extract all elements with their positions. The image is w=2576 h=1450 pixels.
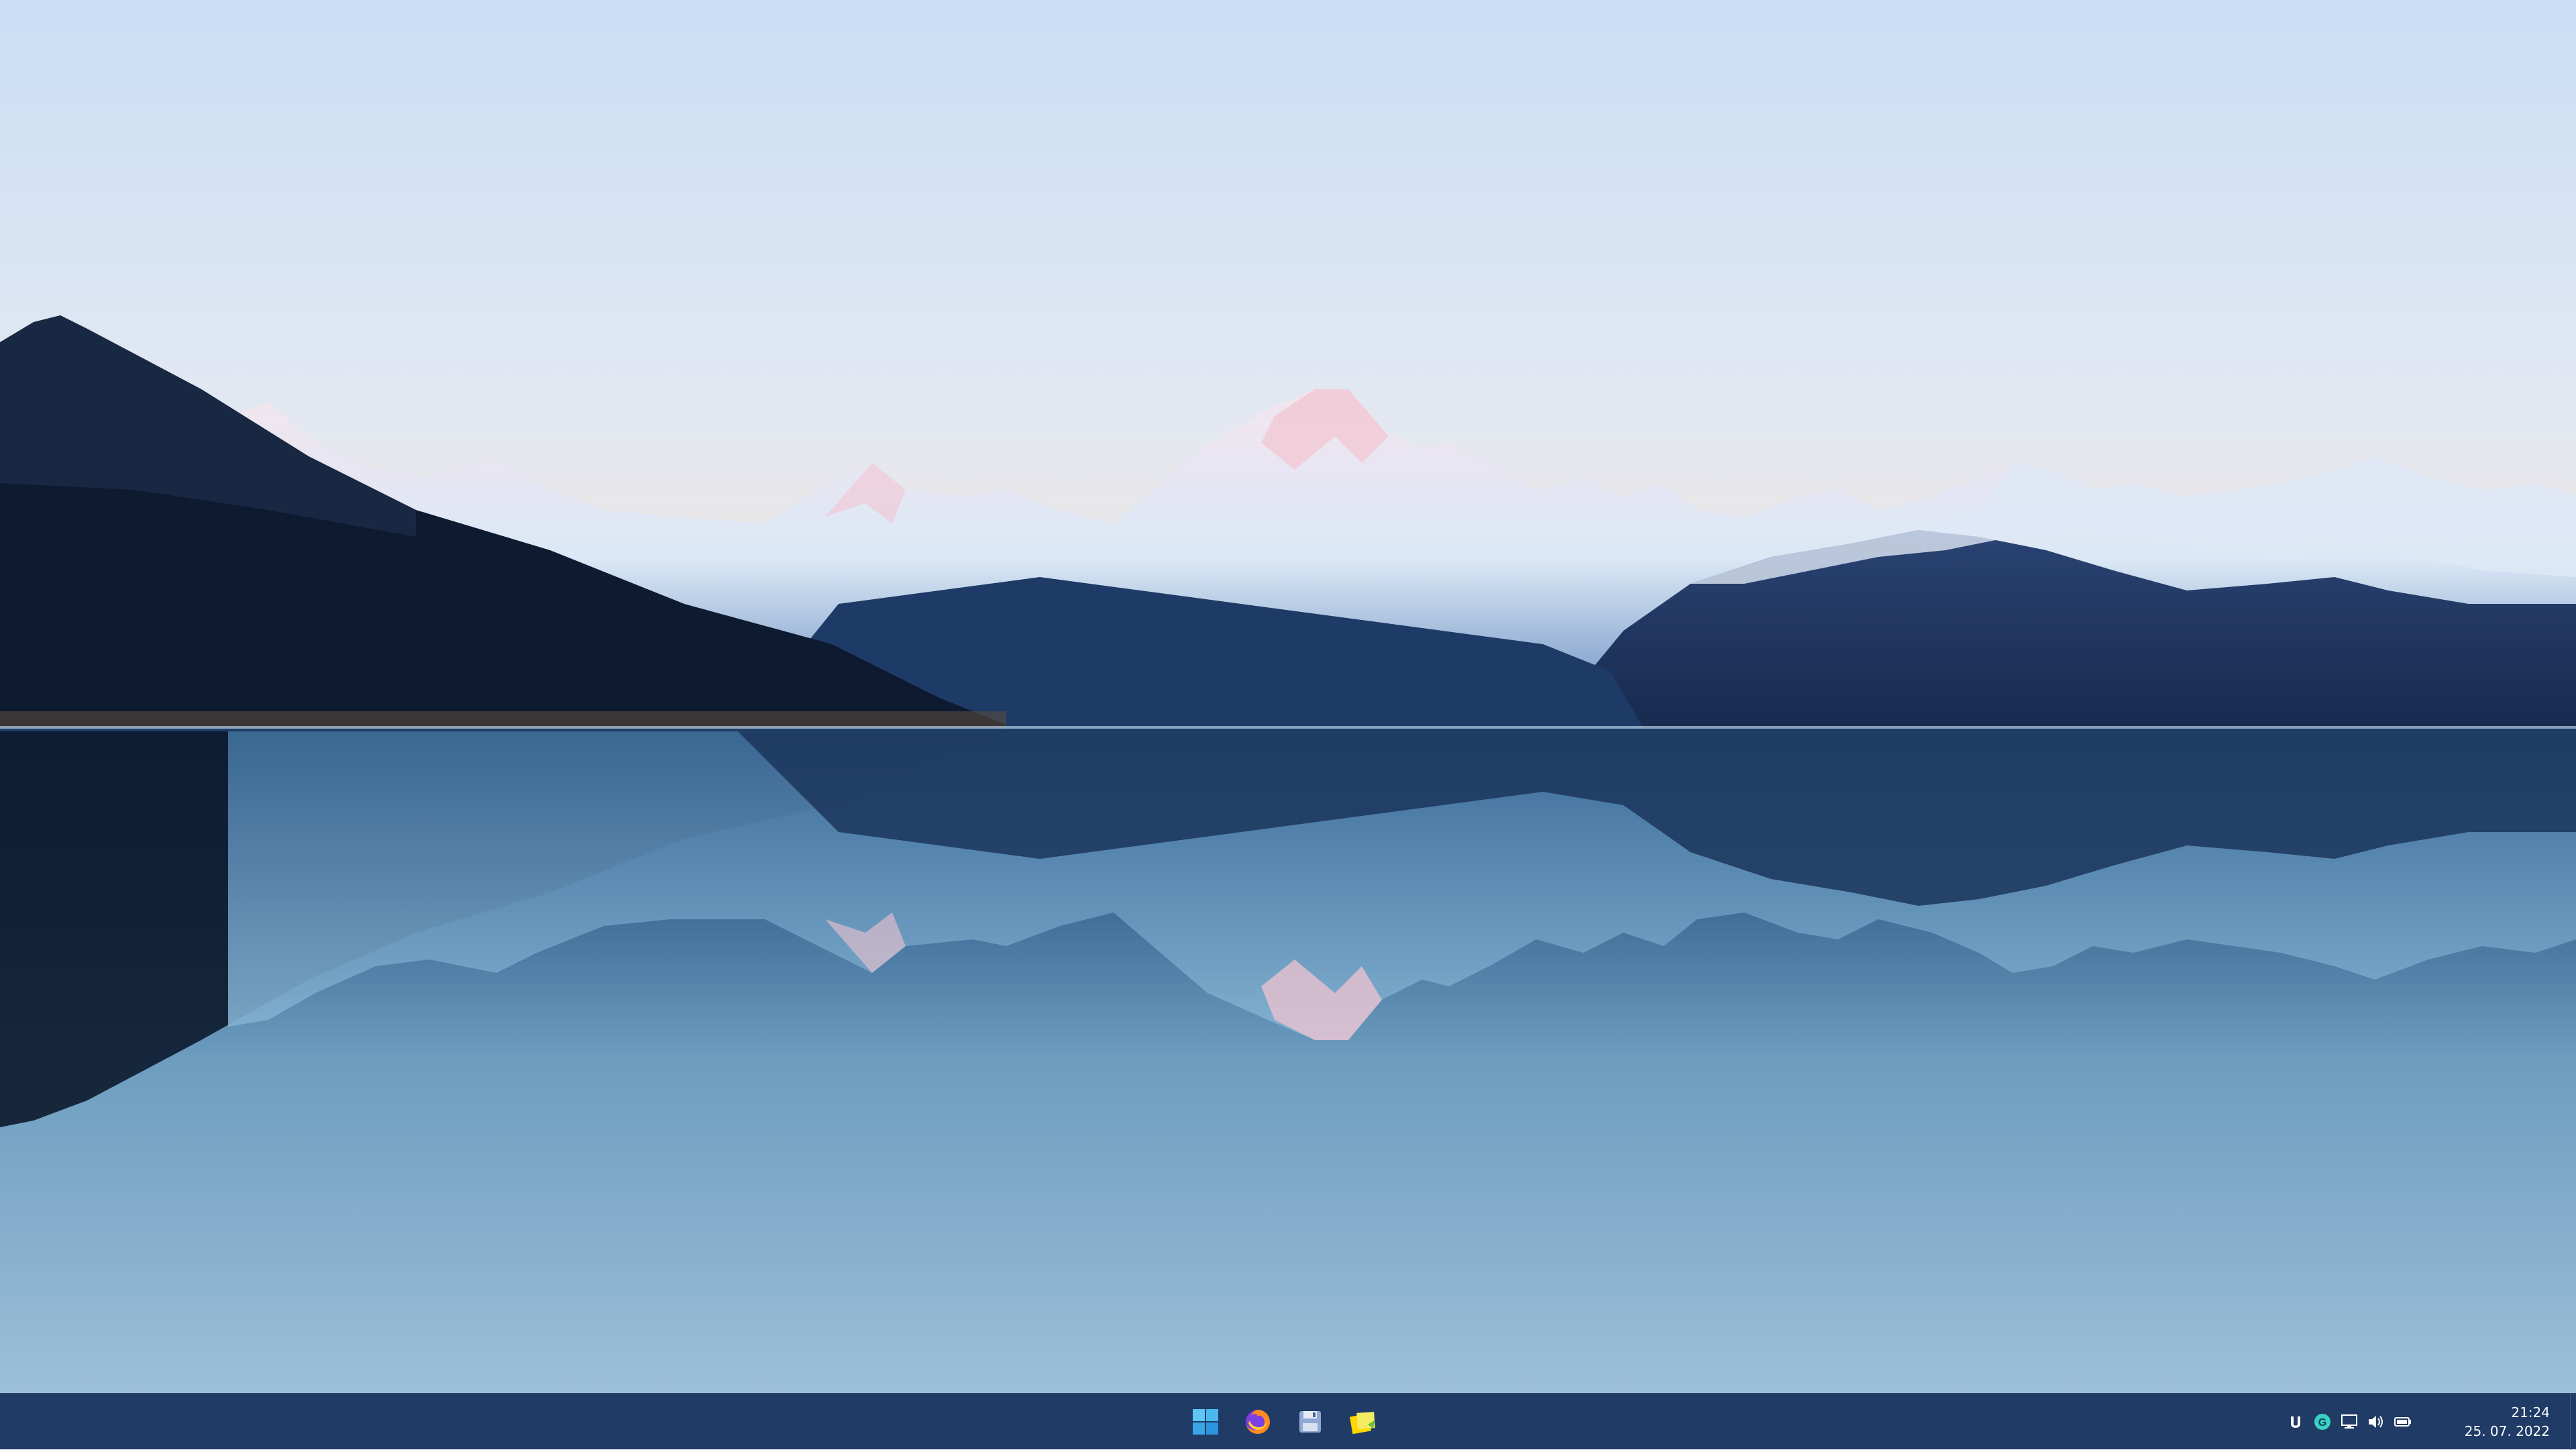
clock-time: 21:24 (2511, 1404, 2550, 1420)
firefox-icon (1246, 1410, 1270, 1434)
battery-icon[interactable] (2393, 1412, 2413, 1432)
start-button[interactable] (1185, 1401, 1226, 1443)
taskbar: G 21:24 25. 07. 2022 (0, 1393, 2576, 1450)
tray-icons: G (2286, 1412, 2413, 1432)
update-badge-icon[interactable]: G (2312, 1412, 2332, 1432)
network-icon[interactable] (2339, 1412, 2359, 1432)
windows-logo-icon (1193, 1409, 1218, 1435)
system-tray: G 21:24 25. 07. 2022 (2286, 1394, 2576, 1450)
save-app-button[interactable] (1289, 1401, 1331, 1443)
floppy-disk-icon (1299, 1411, 1321, 1433)
clock-date: 25. 07. 2022 (2464, 1423, 2550, 1439)
firefox-button[interactable] (1237, 1401, 1279, 1443)
taskbar-apps (1185, 1394, 1383, 1450)
show-desktop-button[interactable] (2570, 1394, 2576, 1450)
svg-text:G: G (2318, 1417, 2326, 1429)
volume-icon[interactable] (2366, 1412, 2386, 1432)
desktop[interactable] (0, 0, 2576, 1393)
clock[interactable]: 21:24 25. 07. 2022 (2436, 1403, 2550, 1441)
sticky-notes-icon (1349, 1412, 1375, 1435)
mountain-lake-wallpaper (0, 0, 2576, 1393)
utorrent-icon[interactable] (2286, 1412, 2306, 1432)
notes-app-button[interactable] (1342, 1401, 1383, 1443)
